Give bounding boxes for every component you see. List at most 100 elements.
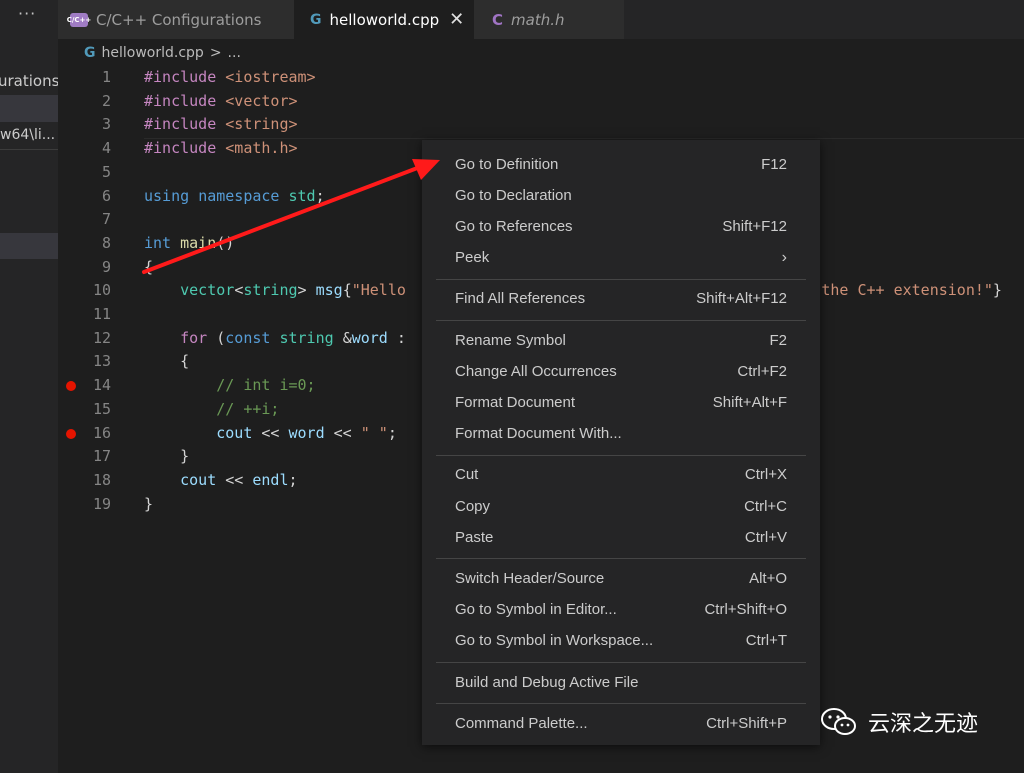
code-line[interactable]: 3 #include <string> [58, 113, 1024, 136]
code-token: } [144, 494, 154, 513]
cpp-extension-icon: C/C++ [67, 12, 91, 27]
menu-separator [436, 278, 806, 280]
code-token: d the C++ extension!" [803, 281, 993, 300]
code-token: { [342, 281, 352, 300]
code-token: ; [315, 186, 334, 205]
code-token: // ++i; [216, 399, 280, 418]
editor-tab-bar: C/C++ C/C++ Configurations G helloworld.… [58, 0, 1024, 39]
code-token: main [180, 233, 217, 252]
menu-item-change-all-occurrences[interactable]: Change All Occurrences Ctrl+F2 [436, 357, 806, 385]
explorer-sidebar: ··· urations w64\li... [0, 0, 58, 773]
menu-item-paste[interactable]: Paste Ctrl+V [436, 523, 806, 551]
line-code: cout << endl; [144, 469, 297, 492]
menu-item-go-to-definition[interactable]: Go to Definition F12 [436, 150, 806, 178]
code-token: } [144, 447, 190, 466]
menu-separator [436, 662, 806, 663]
code-line[interactable]: 2 #include <vector> [58, 90, 1024, 113]
code-line[interactable]: 1 #include <iostream> [58, 66, 1024, 89]
close-icon[interactable]: ✕ [449, 9, 464, 30]
line-number: 10 [92, 281, 111, 300]
code-token: namespace [198, 186, 289, 205]
menu-item-label: Copy [455, 497, 491, 515]
menu-item-label: Change All Occurrences [455, 362, 617, 380]
code-token: vector [180, 281, 235, 300]
line-number: 11 [92, 305, 111, 323]
menu-item-label: Find All References [455, 290, 586, 308]
code-token: #include [144, 139, 226, 158]
menu-item-switch-header-source[interactable]: Switch Header/Source Alt+O [436, 564, 806, 592]
code-token: cout [180, 470, 226, 489]
code-token: <vector> [225, 91, 298, 110]
menu-item-peek[interactable]: Peek › [436, 244, 806, 272]
code-token: #include [144, 91, 226, 110]
menu-item-shortcut: Shift+F12 [722, 217, 787, 235]
breadcrumb: G helloworld.cpp > ... [84, 43, 241, 63]
watermark: 云深之无迹 [820, 706, 978, 738]
c-header-file-icon: C [492, 10, 504, 29]
menu-item-rename-symbol[interactable]: Rename Symbol F2 [436, 326, 806, 354]
code-token: ; [387, 423, 397, 442]
menu-item-go-to-symbol-in-editor[interactable]: Go to Symbol in Editor... Ctrl+Shift+O [436, 596, 806, 624]
more-actions-icon[interactable]: ··· [18, 4, 36, 23]
code-token: const [225, 328, 280, 347]
menu-item-shortcut: Shift+Alt+F12 [696, 290, 787, 308]
menu-item-copy[interactable]: Copy Ctrl+C [436, 492, 806, 520]
code-token: // int i=0; [216, 376, 316, 395]
menu-item-label: Paste [455, 528, 494, 546]
code-token: << [333, 423, 361, 442]
explorer-path-item[interactable]: w64\li... [0, 127, 55, 143]
explorer-selected-row[interactable] [0, 95, 58, 122]
code-token: "Hello [351, 281, 406, 300]
tab-cpp-configurations[interactable]: C/C++ C/C++ Configurations [58, 0, 294, 39]
menu-item-format-document[interactable]: Format Document Shift+Alt+F [436, 388, 806, 416]
menu-item-label: Format Document With... [455, 425, 622, 443]
explorer-selected-row-2[interactable] [0, 233, 58, 259]
line-number: 19 [92, 494, 111, 513]
code-token: & [342, 328, 352, 347]
breadcrumb-more[interactable]: ... [228, 45, 241, 61]
code-token: cout [216, 423, 262, 442]
menu-item-go-to-symbol-in-workspace[interactable]: Go to Symbol in Workspace... Ctrl+T [436, 627, 806, 655]
tab-math-h[interactable]: C math.h [474, 0, 624, 39]
menu-item-label: Go to Symbol in Workspace... [455, 632, 654, 650]
line-code: { [144, 350, 189, 373]
menu-item-label: Peek [455, 249, 490, 267]
menu-item-label: Go to Symbol in Editor... [455, 601, 617, 619]
line-code: } [144, 445, 189, 468]
line-code: // ++i; [144, 398, 279, 421]
code-token: endl [252, 470, 289, 489]
line-number: 3 [101, 115, 111, 134]
code-token: << [261, 423, 289, 442]
tab-helloworld-cpp[interactable]: G helloworld.cpp ✕ [294, 0, 474, 39]
chevron-right-icon: › [781, 248, 787, 266]
menu-item-shortcut: Ctrl+F2 [737, 362, 787, 380]
code-token: () [216, 233, 235, 252]
line-number: 14 [92, 376, 111, 395]
line-number: 5 [101, 162, 111, 181]
code-token: word [351, 328, 388, 347]
menu-separator [436, 320, 806, 321]
explorer-item-configurations[interactable]: urations [0, 72, 58, 90]
line-number: 1 [101, 68, 111, 86]
menu-item-go-to-declaration[interactable]: Go to Declaration [436, 181, 806, 209]
menu-separator [436, 454, 806, 456]
menu-item-build-and-debug-active-file[interactable]: Build and Debug Active File [436, 668, 806, 696]
menu-item-command-palette[interactable]: Command Palette... Ctrl+Shift+P [436, 709, 806, 737]
code-token: #include [144, 68, 226, 86]
menu-item-format-document-with[interactable]: Format Document With... [436, 420, 806, 448]
breadcrumb-file[interactable]: helloworld.cpp [102, 45, 204, 61]
code-token: { [144, 352, 190, 371]
menu-item-shortcut: F2 [769, 331, 787, 349]
menu-item-label: Rename Symbol [455, 331, 566, 349]
menu-item-go-to-references[interactable]: Go to References Shift+F12 [436, 212, 806, 240]
menu-item-find-all-references[interactable]: Find All References Shift+Alt+F12 [436, 285, 806, 313]
menu-item-cut[interactable]: Cut Ctrl+X [436, 461, 806, 489]
breadcrumb-separator: > [209, 45, 222, 61]
code-token: { [144, 257, 154, 276]
cpp-file-icon: G [84, 45, 96, 61]
line-code: } [144, 493, 153, 516]
